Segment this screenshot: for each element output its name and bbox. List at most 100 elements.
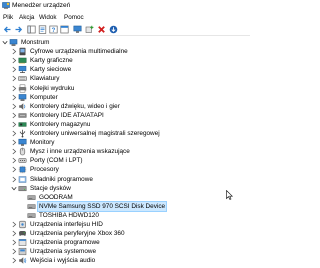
port-icon [18, 158, 27, 164]
usb-icon [19, 129, 26, 138]
tree-expander[interactable] [11, 121, 17, 128]
tree-expander[interactable] [11, 85, 17, 92]
tree-category[interactable]: Cyfrowe urządzenia multimedialne [0, 47, 250, 56]
tree-item-label: Urządzenia systemowe [30, 248, 97, 256]
tree-item-icon [18, 184, 27, 193]
chevron-right-icon [12, 112, 17, 119]
tree-expander[interactable] [11, 48, 17, 55]
tree-category[interactable]: Kontrolery IDE ATA/ATAPI [0, 111, 250, 120]
tree-category[interactable]: Klawiatury [0, 74, 250, 83]
tree-item-icon [18, 120, 27, 129]
tree-item-label: GOODRAM [39, 193, 73, 201]
tree-expander[interactable] [2, 39, 8, 46]
tree-item-label: Urządzenia interfejsu HID [30, 221, 103, 228]
tree-expander[interactable] [11, 130, 17, 137]
tree-device[interactable]: NVMe Samsung SSD 970 SCSI Disk Device [0, 200, 250, 212]
tree-category[interactable]: Kontrolery magazynu [0, 120, 250, 129]
tree-item-label: Urządzenia peryferyjne Xbox 360 [30, 230, 125, 238]
device-tree[interactable]: Monstrum Cyfrowe urządzenia multimedialne… [0, 38, 250, 268]
printer-icon [18, 84, 27, 92]
tree-category[interactable]: Kontrolery dźwięku, wideo i gier [0, 102, 250, 111]
menu-pomoc[interactable]: Pomoc [64, 13, 84, 22]
panel-icon [60, 25, 69, 34]
tree-expander[interactable] [11, 176, 17, 183]
tree-item-icon [18, 129, 27, 138]
tree-item-icon [9, 38, 18, 47]
view-panel-button[interactable] [60, 25, 69, 34]
tree-category[interactable]: Urządzenia interfejsu HID [0, 220, 250, 229]
tree-expander[interactable] [11, 157, 17, 164]
tree-item-label: Wejścia i wyjścia audio [30, 257, 96, 265]
audio-icon [19, 102, 26, 110]
add-driver-button[interactable] [85, 25, 94, 34]
chevron-down-icon [11, 186, 17, 191]
tree-expander[interactable] [11, 75, 17, 82]
help-button[interactable]: ? [49, 25, 58, 34]
tree-item-label: Kontrolery IDE ATA/ATAPI [30, 111, 104, 119]
tree-expander[interactable] [11, 230, 17, 237]
tree-expander[interactable] [11, 112, 17, 119]
tree-item-icon [18, 84, 27, 93]
software-device-icon [18, 239, 27, 247]
tree-expander[interactable] [11, 239, 17, 246]
help-icon: ? [49, 25, 58, 34]
disk-icon [27, 204, 36, 209]
tree-item-icon [18, 175, 27, 184]
menu-akcja[interactable]: Akcja [19, 13, 34, 22]
tree-expander[interactable] [11, 166, 17, 173]
tree-category[interactable]: Kontrolery uniwersalnej magistrali szere… [0, 129, 250, 138]
title-bar: Menedżer urządzeń [0, 0, 250, 12]
tree-expander[interactable] [11, 185, 17, 192]
tree-device[interactable]: TOSHIBA HDWD120 [0, 211, 250, 220]
tree-device[interactable]: GOODRAM [0, 193, 250, 202]
uninstall-device-button[interactable] [97, 25, 106, 34]
tree-expander[interactable] [11, 257, 17, 264]
tree-item-icon [18, 229, 27, 238]
tree-expander[interactable] [11, 57, 17, 64]
forward-button[interactable] [14, 25, 23, 34]
tree-expander[interactable] [11, 148, 17, 155]
update-driver-button[interactable] [109, 25, 118, 34]
download-arrow-icon [109, 25, 118, 34]
tree-category[interactable]: Komputer [0, 93, 250, 102]
tree-category[interactable]: Karty sieciowe [0, 65, 250, 74]
tree-category[interactable]: Karty graficzne [0, 56, 250, 65]
arrow-right-icon [15, 26, 23, 33]
device-manager-app-icon [2, 2, 10, 9]
tree-category[interactable]: Stacje dysków [0, 184, 250, 193]
tree-item-icon [18, 220, 27, 229]
tree-expander[interactable] [11, 248, 17, 255]
chevron-right-icon [12, 258, 17, 264]
tree-category[interactable]: Mysz i inne urządzenia wskazujące [0, 147, 250, 156]
tree-item-icon [18, 247, 27, 256]
tree-expander[interactable] [11, 66, 17, 73]
tree-expander[interactable] [11, 103, 17, 110]
back-button[interactable] [3, 25, 12, 34]
tree-expander[interactable] [11, 94, 17, 101]
tree-category[interactable]: Składniki programowe [0, 175, 250, 184]
tree-item-icon [18, 65, 27, 74]
scan-hardware-button[interactable] [73, 25, 82, 34]
tree-item-label: Klawiatury [30, 75, 60, 83]
tree-category[interactable]: Porty (COM i LPT) [0, 156, 250, 165]
chevron-right-icon [12, 121, 17, 128]
tree-expander[interactable] [11, 139, 17, 146]
tree-category[interactable]: Procesory [0, 165, 250, 174]
software-component-icon [18, 175, 27, 183]
tree-category[interactable]: Urządzenia programowe [0, 238, 250, 247]
tree-item-label: Komputer [30, 93, 58, 101]
tree-category[interactable]: Urządzenia peryferyjne Xbox 360 [0, 229, 250, 238]
chevron-right-icon [12, 85, 17, 91]
tree-category[interactable]: Wejścia i wyjścia audio [0, 256, 250, 265]
tree-category[interactable]: Kolejki wydruku [0, 84, 250, 93]
tree-item-icon [18, 56, 27, 65]
tree-expander[interactable] [11, 221, 17, 228]
tree-root[interactable]: Monstrum [0, 38, 250, 47]
menu-widok[interactable]: Widok [39, 13, 57, 22]
show-hide-console-tree-button[interactable] [27, 25, 36, 34]
tree-category[interactable]: Monitory [0, 138, 250, 147]
menu-plik[interactable]: Plik [3, 13, 13, 22]
tree-item-icon [18, 156, 27, 165]
tree-category[interactable]: Urządzenia systemowe [0, 247, 250, 256]
properties-button[interactable] [38, 25, 47, 34]
